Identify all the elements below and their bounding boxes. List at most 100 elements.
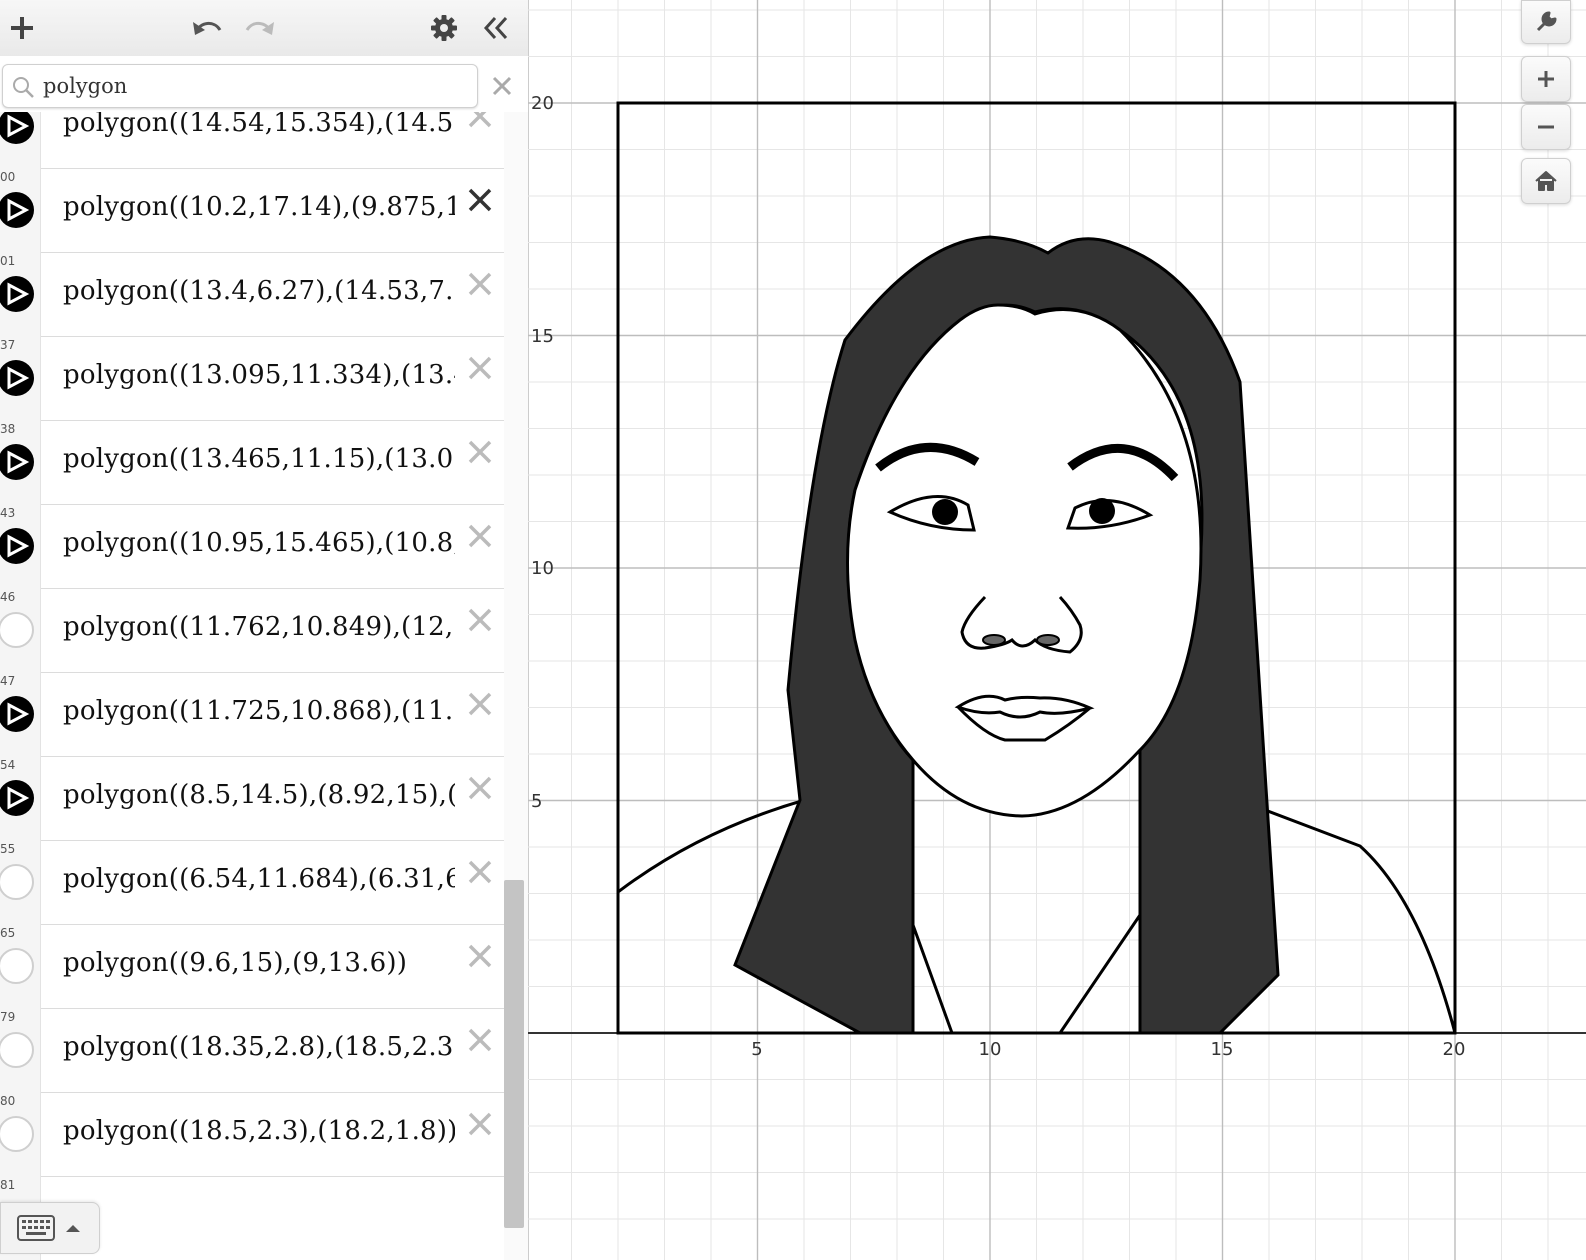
expression-row[interactable]: 79 polygon((18.35,2.8),(18.5,2.3)) — [0, 1008, 504, 1093]
redo-icon — [245, 22, 274, 35]
expression-row[interactable]: 47 polygon((11.725,10.868),(11.85, — [0, 672, 504, 757]
expression-text[interactable]: polygon((8.5,14.5),(8.92,15),(9. — [63, 780, 455, 810]
expression-row[interactable]: 01 polygon((13.4,6.27),(14.53,7.522 — [0, 252, 504, 337]
right-nostril — [1036, 634, 1060, 646]
caret-up-icon — [66, 1225, 80, 1232]
y-tick-label: 15 — [531, 326, 554, 347]
expression-text[interactable]: polygon((14.54,15.354),(14.53,7. — [63, 112, 455, 138]
expression-text[interactable]: polygon((11.725,10.868),(11.85, — [63, 696, 455, 726]
undo-button[interactable] — [187, 8, 227, 48]
zoom-in-button[interactable] — [1521, 56, 1571, 102]
right-pupil — [1089, 498, 1115, 524]
expression-text[interactable]: polygon((18.5,2.3),(18.2,1.8)) — [63, 1116, 455, 1146]
expression-text[interactable]: polygon((9.6,15),(9,13.6)) — [63, 948, 455, 978]
row-number: 37 — [0, 338, 16, 352]
polygon-icon — [7, 786, 30, 810]
x-tick-label: 10 — [979, 1039, 1002, 1060]
row-number: 38 — [0, 422, 16, 436]
row-number: 65 — [0, 926, 16, 940]
close-icon[interactable] — [464, 268, 496, 300]
right-shoulder-line — [1264, 808, 1457, 1034]
expression-row[interactable]: 54 polygon((8.5,14.5),(8.92,15),(9. — [0, 756, 504, 841]
expression-text[interactable]: polygon((13.465,11.15),(13.095, — [63, 444, 455, 474]
graph-canvas[interactable]: 5 10 15 20 20 15 10 5 — [528, 0, 1586, 1260]
close-icon[interactable] — [464, 112, 496, 132]
expression-row[interactable]: 55 polygon((6.54,11.684),(6.31,6)) — [0, 840, 504, 925]
expression-text[interactable]: polygon((13.095,11.334),(13.465 — [63, 360, 455, 390]
redo-button[interactable] — [240, 8, 280, 48]
expression-text[interactable]: polygon((10.95,15.465),(10.8,15 — [63, 528, 455, 558]
settings-button[interactable] — [424, 8, 464, 48]
expression-row[interactable]: 37 polygon((13.095,11.334),(13.465 — [0, 336, 504, 421]
expression-row[interactable]: 38 polygon((13.465,11.15),(13.095, — [0, 420, 504, 505]
expression-row[interactable]: 80 polygon((18.5,2.3),(18.2,1.8)) — [0, 1092, 504, 1177]
row-number: 43 — [0, 506, 16, 520]
x-tick-label: 5 — [751, 1039, 762, 1060]
search-row — [0, 56, 528, 112]
double-chevron-left-icon — [483, 16, 508, 40]
close-icon[interactable] — [464, 520, 496, 552]
collar-lines — [911, 914, 1142, 1034]
row-number: 47 — [0, 674, 16, 688]
expression-row[interactable]: 00 polygon((10.2,17.14),(9.875,17.1 — [0, 168, 504, 253]
polygon-icon — [7, 198, 30, 222]
row-number: 79 — [0, 1010, 16, 1024]
minus-icon — [1538, 125, 1554, 129]
close-icon[interactable] — [464, 352, 496, 384]
left-nostril — [982, 634, 1006, 646]
row-number: 46 — [0, 590, 16, 604]
keyboard-icon — [17, 1215, 55, 1241]
graph-settings-button[interactable] — [1521, 0, 1571, 44]
expression-row[interactable]: 65 polygon((9.6,15),(9,13.6)) — [0, 924, 504, 1009]
close-icon[interactable] — [464, 1024, 496, 1056]
polygon-visibility-toggle[interactable] — [0, 780, 34, 816]
close-icon[interactable] — [464, 436, 496, 468]
collapse-panel-button[interactable] — [476, 8, 516, 48]
polygon-visibility-toggle[interactable] — [0, 696, 34, 732]
polygon-visibility-toggle[interactable] — [0, 276, 34, 312]
wrench-icon — [1536, 11, 1557, 32]
add-item-button[interactable] — [2, 8, 42, 48]
undo-icon — [193, 22, 222, 35]
polygon-visibility-toggle[interactable] — [0, 112, 34, 144]
expression-text[interactable]: polygon((10.2,17.14),(9.875,17.1 — [63, 192, 455, 222]
keyboard-toggle-button[interactable] — [0, 1202, 100, 1254]
polygon-visibility-toggle[interactable] — [0, 528, 34, 564]
row-number: 00 — [0, 170, 16, 184]
expression-text[interactable]: polygon((13.4,6.27),(14.53,7.522 — [63, 276, 455, 306]
expression-text[interactable]: polygon((6.54,11.684),(6.31,6)) — [63, 864, 455, 894]
close-icon[interactable] — [464, 604, 496, 636]
search-input[interactable] — [43, 71, 463, 101]
polygon-icon — [7, 450, 30, 474]
expression-text[interactable]: polygon((11.762,10.849),(12,11. — [63, 612, 455, 642]
gear-icon — [431, 15, 457, 41]
close-icon[interactable] — [464, 772, 496, 804]
close-icon[interactable] — [490, 74, 514, 98]
close-icon[interactable] — [464, 1108, 496, 1140]
row-number: 54 — [0, 758, 16, 772]
row-number: 01 — [0, 254, 16, 268]
home-view-button[interactable] — [1521, 158, 1571, 204]
polygon-visibility-toggle[interactable] — [0, 192, 34, 228]
polygon-icon — [7, 366, 30, 390]
close-icon[interactable] — [464, 940, 496, 972]
expression-row[interactable]: 43 polygon((10.95,15.465),(10.8,15 — [0, 504, 504, 589]
expression-row[interactable]: polygon((14.54,15.354),(14.53,7. — [0, 112, 504, 169]
polygon-icon — [7, 282, 30, 306]
y-tick-label: 5 — [531, 791, 542, 812]
zoom-out-button[interactable] — [1521, 104, 1571, 150]
expression-row[interactable]: 46 polygon((11.762,10.849),(12,11. — [0, 588, 504, 673]
left-pupil — [932, 499, 958, 525]
expression-text[interactable]: polygon((18.35,2.8),(18.5,2.3)) — [63, 1032, 455, 1062]
close-icon[interactable] — [464, 688, 496, 720]
y-tick-label: 20 — [531, 93, 554, 114]
polygon-visibility-toggle[interactable] — [0, 444, 34, 480]
y-tick-label: 10 — [531, 558, 554, 579]
close-icon[interactable] — [464, 184, 496, 216]
home-icon — [1535, 171, 1557, 191]
polygon-visibility-toggle[interactable] — [0, 360, 34, 396]
expression-panel: polygon((14.54,15.354),(14.53,7. 00 polygo… — [0, 0, 529, 1260]
scrollbar-thumb[interactable] — [504, 880, 524, 1228]
expression-list: polygon((14.54,15.354),(14.53,7. 00 polygo… — [0, 112, 504, 1260]
close-icon[interactable] — [464, 856, 496, 888]
